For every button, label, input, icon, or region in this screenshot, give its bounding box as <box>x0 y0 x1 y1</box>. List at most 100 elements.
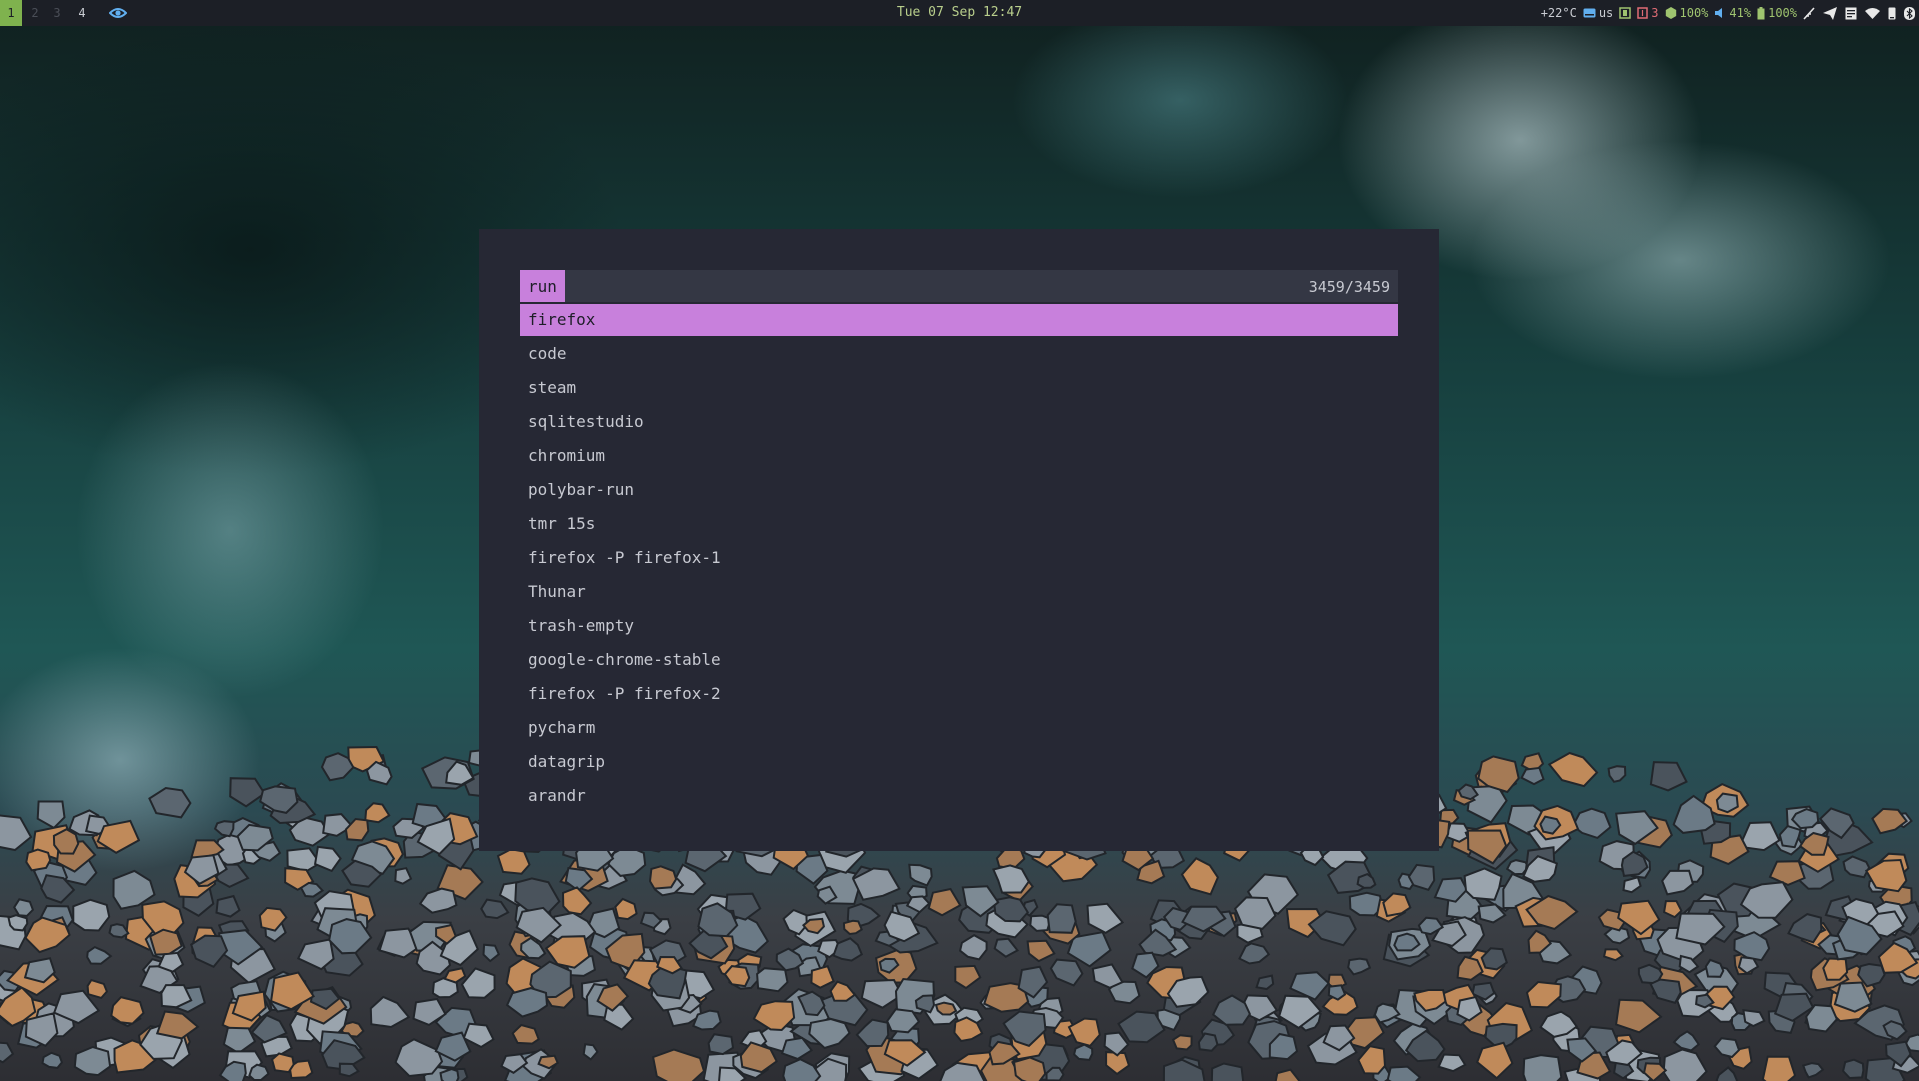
workspace-2[interactable]: 2 <box>24 0 46 26</box>
list-item[interactable]: sqlitestudio <box>520 406 1398 438</box>
wallpaper-rock <box>1274 1068 1301 1081</box>
phone-icon[interactable] <box>1888 7 1896 20</box>
keyboard-layout: us <box>1598 6 1614 20</box>
telegram-icon[interactable] <box>1823 6 1837 20</box>
volume-value: 41% <box>1729 6 1752 20</box>
wallpaper-rock <box>1086 902 1125 935</box>
workspace-1[interactable]: 1 <box>0 0 22 26</box>
list-item[interactable]: steam <box>520 372 1398 404</box>
package-icon <box>1619 7 1632 19</box>
wallpaper-rock <box>842 919 863 936</box>
notification-count: 3 <box>1651 6 1659 20</box>
search-input[interactable] <box>570 270 1274 304</box>
results-list: firefox code steam sqlitestudio chromium… <box>520 304 1398 814</box>
wallpaper-rock <box>108 923 130 939</box>
wallpaper-rock <box>1761 1055 1797 1081</box>
wallpaper-rock <box>13 898 35 917</box>
wallpaper-rock <box>993 937 1020 958</box>
wallpaper-rock <box>248 1063 270 1081</box>
bluetooth-icon[interactable] <box>1904 6 1915 20</box>
wallpaper-rock <box>1356 872 1377 889</box>
eye-icon[interactable] <box>109 6 127 20</box>
result-count: 3459/3459 <box>1308 278 1390 296</box>
list-item[interactable]: firefox -P firefox-2 <box>520 678 1398 710</box>
wifi-icon[interactable] <box>1865 7 1880 19</box>
wallpaper-rock <box>1117 1010 1166 1044</box>
workspace-3[interactable]: 3 <box>46 0 68 26</box>
wallpaper-rock <box>1715 1066 1739 1081</box>
wallpaper-rock <box>908 863 933 887</box>
wallpaper-rock <box>496 848 531 875</box>
wallpaper-rock <box>215 894 241 918</box>
workspace-4[interactable]: 4 <box>71 0 93 26</box>
wallpaper-rock <box>25 848 52 872</box>
wallpaper-rock <box>1822 957 1849 981</box>
wallpaper-rock <box>0 1041 15 1064</box>
wallpaper-rock <box>1180 857 1220 896</box>
list-item[interactable]: google-chrome-stable <box>520 644 1398 676</box>
wallpaper-rock <box>1026 939 1056 963</box>
search-bar: run 3459/3459 <box>520 270 1398 304</box>
notifications-module[interactable]: 3 <box>1637 6 1659 20</box>
wallpaper-rock <box>1197 1032 1219 1052</box>
clipboard-icon[interactable] <box>1845 7 1857 20</box>
mode-label[interactable]: run <box>520 270 565 302</box>
wallpaper-rock <box>394 1038 444 1078</box>
wallpaper-rock <box>1787 913 1823 944</box>
cpu-value: 100% <box>1679 6 1709 20</box>
system-tray: +22°C us 3 100% 41% 100% <box>1541 0 1915 26</box>
wallpaper-rock <box>1091 963 1124 989</box>
wallpaper-rock <box>364 802 391 824</box>
wallpaper-rock <box>855 1018 890 1048</box>
wallpaper-rock <box>1525 980 1562 1009</box>
wallpaper-rock <box>954 964 982 990</box>
wallpaper-rock <box>1476 1041 1514 1080</box>
wallpaper-rock <box>72 898 111 932</box>
wallpaper-rock <box>1067 1017 1101 1048</box>
trash-icon <box>1637 7 1649 19</box>
wallpaper-rock <box>1649 978 1682 1004</box>
wallpaper-rock <box>1571 807 1612 840</box>
tray-apps <box>1803 6 1915 20</box>
list-item[interactable]: Thunar <box>520 576 1398 608</box>
wallpaper-rock <box>582 1043 599 1061</box>
wallpaper-rock <box>1072 1043 1094 1061</box>
wallpaper-rock <box>338 1062 360 1078</box>
wallpaper-rock <box>369 995 411 1029</box>
keyboard-module[interactable]: us <box>1583 6 1613 20</box>
wallpaper-rock <box>958 934 988 961</box>
list-item[interactable]: firefox -P firefox-1 <box>520 542 1398 574</box>
wallpaper-rock <box>1347 957 1372 976</box>
wallpaper-rock <box>1463 867 1503 901</box>
list-item[interactable]: datagrip <box>520 746 1398 778</box>
wallpaper-rock <box>648 865 678 890</box>
wallpaper-rock <box>614 897 638 921</box>
updates-module[interactable] <box>1619 7 1632 19</box>
list-item[interactable]: trash-empty <box>520 610 1398 642</box>
list-item[interactable]: chromium <box>520 440 1398 472</box>
list-item[interactable]: pycharm <box>520 712 1398 744</box>
volume-module[interactable]: 41% <box>1714 6 1751 20</box>
wallpaper-rock <box>0 814 33 852</box>
wallpaper-rock <box>723 965 751 988</box>
list-item[interactable]: firefox <box>520 304 1398 336</box>
wallpaper-rock <box>480 898 510 920</box>
volume-icon <box>1715 8 1723 18</box>
wallpaper-rock <box>1238 942 1271 965</box>
app-launcher: run 3459/3459 firefox code steam sqlites… <box>479 229 1439 851</box>
wallpaper-rock <box>1842 1058 1865 1080</box>
wallpaper-rock <box>829 980 857 1002</box>
list-item[interactable]: polybar-run <box>520 474 1398 506</box>
feather-icon[interactable] <box>1803 6 1815 20</box>
list-item[interactable]: arandr <box>520 780 1398 812</box>
wallpaper-rock <box>756 967 789 993</box>
wallpaper-rock <box>1045 1066 1065 1081</box>
list-item[interactable]: tmr 15s <box>520 508 1398 540</box>
wallpaper-rock <box>1522 1054 1563 1081</box>
wallpaper-rock <box>462 1022 495 1049</box>
list-item[interactable]: code <box>520 338 1398 370</box>
wallpaper-rock <box>651 1048 706 1081</box>
wallpaper-rock <box>460 967 496 999</box>
wallpaper-rock <box>1801 1062 1825 1079</box>
wallpaper-rock <box>320 752 355 782</box>
